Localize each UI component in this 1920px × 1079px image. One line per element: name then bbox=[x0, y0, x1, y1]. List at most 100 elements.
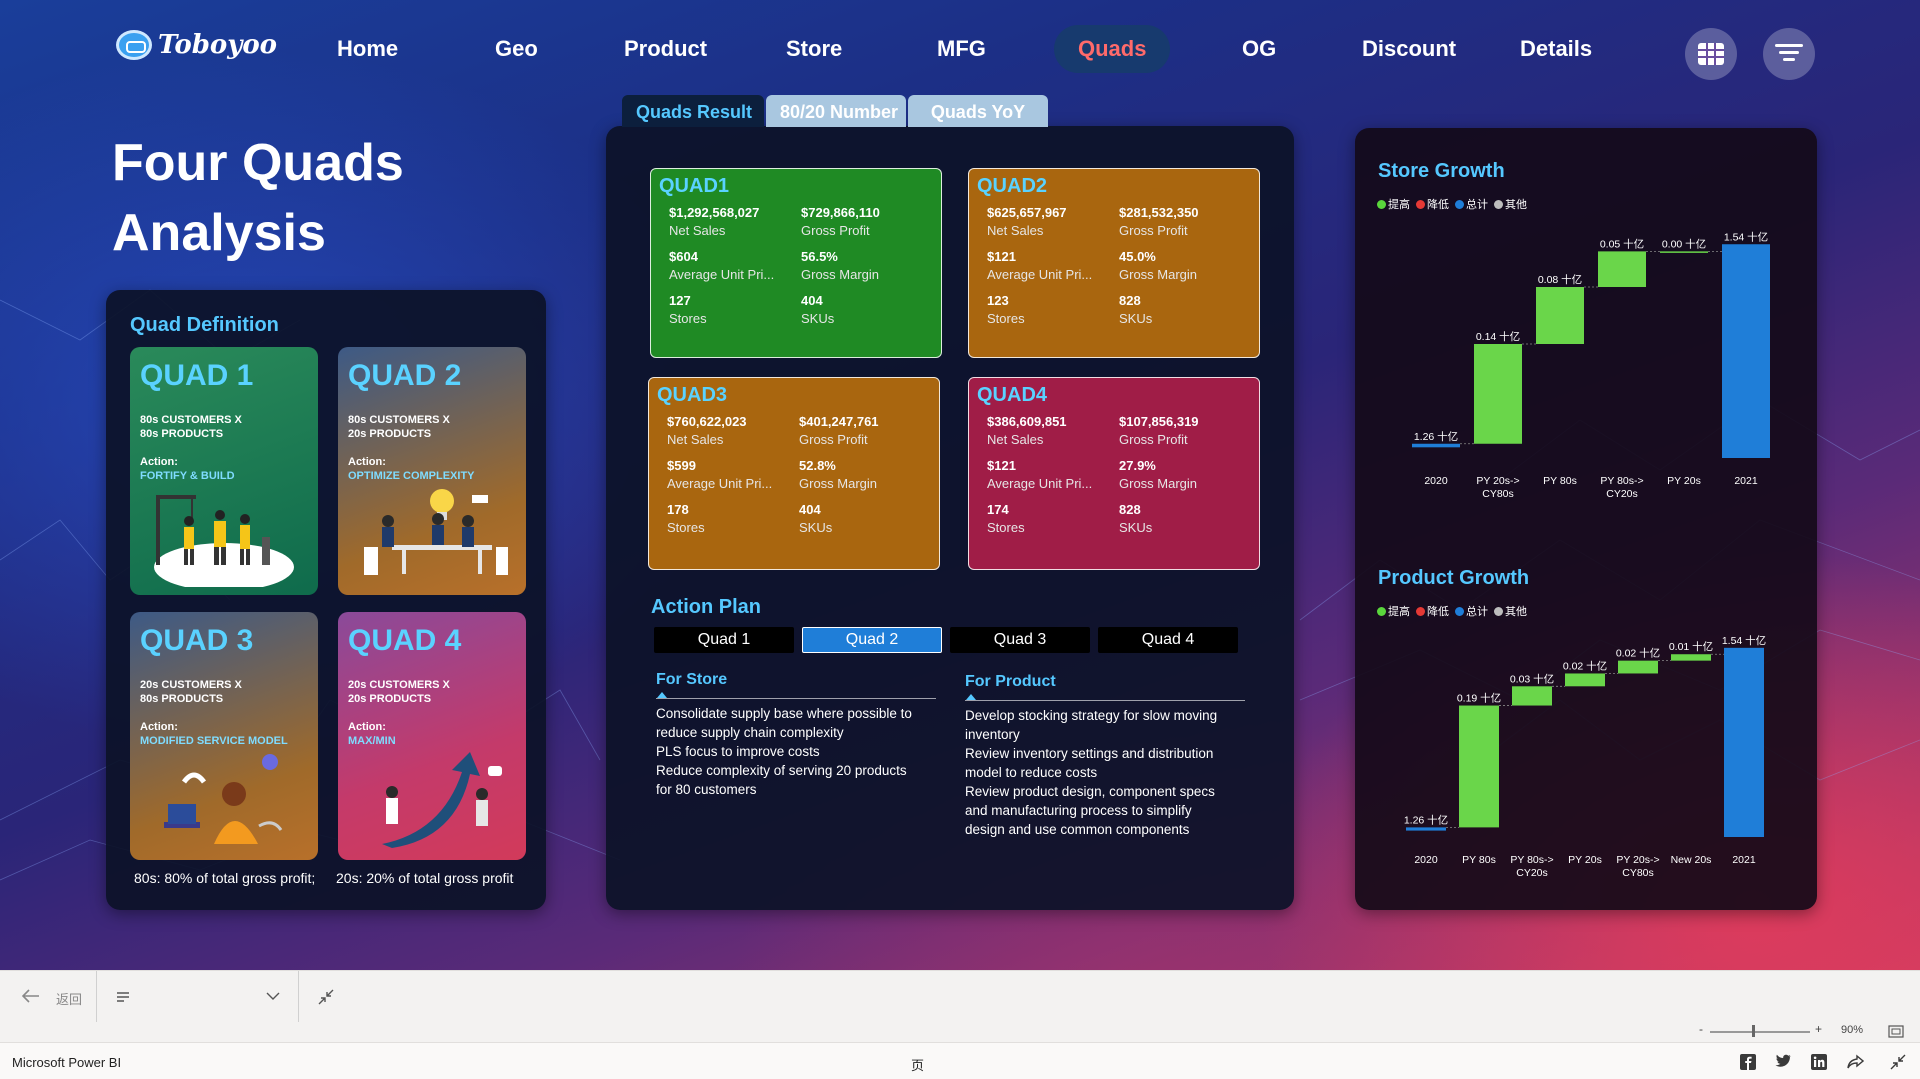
facebook-icon[interactable] bbox=[1740, 1054, 1756, 1070]
legend-item: 降低 bbox=[1416, 196, 1449, 212]
collapse-icon[interactable] bbox=[1890, 1054, 1906, 1070]
divider bbox=[298, 971, 299, 1023]
fit-to-page-icon[interactable] bbox=[1888, 1025, 1904, 1038]
twitter-icon[interactable] bbox=[1775, 1054, 1792, 1069]
divider bbox=[96, 971, 97, 1023]
legend-item: 降低 bbox=[1416, 603, 1449, 619]
app-name: Microsoft Power BI bbox=[12, 1055, 122, 1070]
kpi-gross-profit: $401,247,761 bbox=[799, 414, 879, 429]
nav-og[interactable]: OG bbox=[1242, 36, 1276, 62]
quad4-kpi-card[interactable]: QUAD4 $386,609,851 Net Sales $107,856,319… bbox=[968, 377, 1260, 570]
table-view-button[interactable] bbox=[1685, 28, 1737, 80]
waterfall-bar[interactable] bbox=[1598, 251, 1646, 287]
store-growth-chart: 1.26 十亿 2020 0.14 十亿 PY 20s->CY80s 0.08 十亿 PY… bbox=[1412, 230, 1770, 500]
zoom-slider-thumb[interactable] bbox=[1752, 1025, 1755, 1037]
quad-card-segment: 20s CUSTOMERS X 20s PRODUCTS bbox=[348, 679, 450, 705]
legend-item: 提高 bbox=[1377, 603, 1410, 619]
list-item: and manufacturing process to simplify bbox=[965, 803, 1192, 818]
action-plan-quad2-button[interactable]: Quad 2 bbox=[802, 627, 942, 653]
waterfall-bar[interactable] bbox=[1724, 647, 1764, 837]
kpi-gross-margin: 45.0% bbox=[1119, 249, 1156, 264]
back-arrow-icon[interactable] bbox=[22, 989, 40, 1003]
kpi-gross-profit-label: Gross Profit bbox=[799, 432, 868, 447]
linkedin-icon[interactable] bbox=[1811, 1054, 1827, 1070]
brand-name: Toboyoo bbox=[158, 30, 278, 60]
kpi-stores: 123 bbox=[987, 293, 1009, 308]
kpi-card-title: QUAD3 bbox=[657, 384, 728, 406]
waterfall-bar[interactable] bbox=[1722, 244, 1770, 458]
waterfall-bar[interactable] bbox=[1406, 827, 1446, 831]
kpi-gross-profit-label: Gross Profit bbox=[801, 223, 870, 238]
kpi-skus-label: SKUs bbox=[1119, 311, 1153, 326]
zoom-bar: - + 90% bbox=[0, 1022, 1920, 1042]
waterfall-bar[interactable] bbox=[1412, 443, 1460, 448]
kpi-skus-label: SKUs bbox=[801, 311, 835, 326]
kpi-gross-profit-label: Gross Profit bbox=[1119, 432, 1188, 447]
data-label: 0.14 十亿 bbox=[1476, 330, 1520, 343]
share-icon[interactable] bbox=[1847, 1054, 1864, 1070]
nav-discount[interactable]: Discount bbox=[1362, 36, 1456, 62]
data-label: 0.19 十亿 bbox=[1457, 692, 1501, 705]
kpi-gross-margin-label: Gross Margin bbox=[1119, 267, 1198, 282]
zoom-slider-track[interactable] bbox=[1710, 1031, 1810, 1033]
filter-button[interactable] bbox=[1763, 28, 1815, 80]
data-label: 0.08 十亿 bbox=[1538, 273, 1582, 286]
collapse-icon[interactable] bbox=[318, 989, 334, 1005]
action-plan-quad4-button[interactable]: Quad 4 bbox=[1098, 627, 1238, 653]
waterfall-bar[interactable] bbox=[1618, 660, 1658, 674]
quad-definition-card-4[interactable]: QUAD 4 20s CUSTOMERS X 20s PRODUCTS Actio… bbox=[338, 612, 526, 860]
x-tick-label: PY 80s bbox=[1462, 854, 1496, 866]
action-plan-quad3-button[interactable]: Quad 3 bbox=[950, 627, 1090, 653]
quad-card-action-label: Action: bbox=[140, 721, 178, 733]
kpi-gross-margin: 56.5% bbox=[801, 249, 838, 264]
nav-geo[interactable]: Geo bbox=[495, 36, 538, 62]
waterfall-bar[interactable] bbox=[1660, 251, 1708, 253]
nav-store[interactable]: Store bbox=[786, 36, 842, 62]
nav-quads[interactable]: Quads bbox=[1054, 25, 1171, 73]
waterfall-bar[interactable] bbox=[1474, 344, 1522, 444]
nav-home[interactable]: Home bbox=[337, 36, 398, 62]
chevron-down-icon[interactable] bbox=[266, 991, 280, 1001]
tab-quads-yoy[interactable]: Quads YoY bbox=[908, 95, 1048, 127]
quad-definition-title: Quad Definition bbox=[130, 314, 279, 336]
back-button[interactable]: 返回 bbox=[56, 989, 82, 1008]
page-title-line2: Analysis bbox=[112, 204, 326, 262]
data-label: 0.05 十亿 bbox=[1600, 237, 1644, 250]
waterfall-bar[interactable] bbox=[1671, 654, 1711, 661]
waterfall-bar[interactable] bbox=[1459, 705, 1499, 828]
page-list-icon[interactable] bbox=[116, 991, 130, 1003]
kpi-skus: 828 bbox=[1119, 502, 1141, 517]
x-tick-label: New 20s bbox=[1671, 854, 1712, 866]
data-label: 0.02 十亿 bbox=[1563, 659, 1607, 672]
quad2-kpi-card[interactable]: QUAD2 $625,657,967 Net Sales $281,532,350… bbox=[968, 168, 1260, 358]
kpi-gross-margin-label: Gross Margin bbox=[801, 267, 880, 282]
quad-card-name: QUAD 3 bbox=[140, 624, 254, 657]
nav-mfg[interactable]: MFG bbox=[937, 36, 986, 62]
tab-quads-result[interactable]: Quads Result bbox=[622, 95, 764, 127]
quad-definition-card-1[interactable]: QUAD 1 80s CUSTOMERS X 80s PRODUCTS Actio… bbox=[130, 347, 318, 595]
waterfall-bar[interactable] bbox=[1565, 673, 1605, 687]
quad1-kpi-card[interactable]: QUAD1 $1,292,568,027 Net Sales $729,866,1… bbox=[650, 168, 942, 358]
legend-item: 其他 bbox=[1494, 603, 1527, 619]
zoom-out-button[interactable]: - bbox=[1699, 1022, 1703, 1036]
kpi-net-sales-label: Net Sales bbox=[987, 223, 1044, 238]
waterfall-bar[interactable] bbox=[1536, 287, 1584, 344]
kpi-stores: 178 bbox=[667, 502, 689, 517]
kpi-gross-margin: 52.8% bbox=[799, 458, 836, 473]
legend-item: 总计 bbox=[1455, 603, 1488, 619]
x-tick-label: 2020 bbox=[1424, 475, 1448, 487]
nav-details[interactable]: Details bbox=[1520, 36, 1592, 62]
report-canvas: Toboyoo Home Geo Product Store MFG Quads… bbox=[0, 0, 1920, 970]
legend-dot-other bbox=[1494, 606, 1503, 616]
quad-definition-card-3[interactable]: QUAD 3 20s CUSTOMERS X 80s PRODUCTS Actio… bbox=[130, 612, 318, 860]
action-plan-quad1-button[interactable]: Quad 1 bbox=[654, 627, 794, 653]
quad3-kpi-card[interactable]: QUAD3 $760,622,023 Net Sales $401,247,761… bbox=[648, 377, 940, 570]
zoom-in-button[interactable]: + bbox=[1815, 1022, 1822, 1036]
nav-product[interactable]: Product bbox=[624, 36, 707, 62]
quad-definition-card-2[interactable]: QUAD 2 80s CUSTOMERS X 20s PRODUCTS Actio… bbox=[338, 347, 526, 595]
brand-logo[interactable]: Toboyoo bbox=[116, 30, 277, 60]
tab-80-20-number[interactable]: 80/20 Number bbox=[766, 95, 906, 127]
waterfall-bar[interactable] bbox=[1512, 686, 1552, 706]
logo-icon bbox=[116, 30, 152, 60]
legend-dot-decrease bbox=[1416, 199, 1425, 209]
